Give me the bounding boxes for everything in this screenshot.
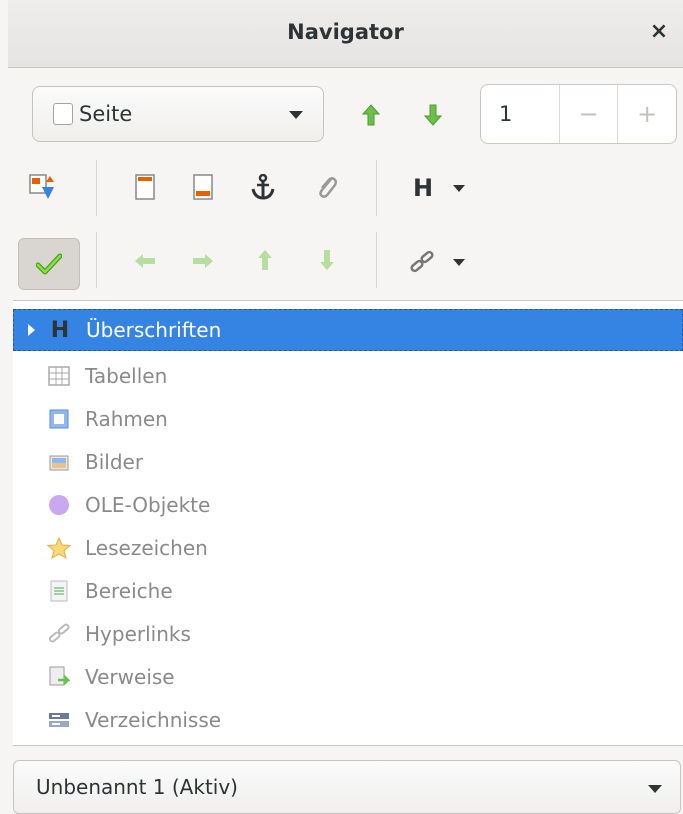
table-icon bbox=[47, 364, 71, 388]
footer-icon bbox=[193, 174, 213, 200]
window-title: Navigator bbox=[287, 20, 404, 44]
tree-item-label: Tabellen bbox=[85, 364, 168, 388]
previous-page-button[interactable] bbox=[356, 100, 386, 130]
chevron-down-icon bbox=[648, 785, 662, 793]
content-tree[interactable]: H Überschriften Tabellen Rahmen Bilder O… bbox=[13, 300, 683, 746]
tree-item-label: OLE-Objekte bbox=[85, 493, 211, 517]
toolbar-separator bbox=[376, 160, 377, 216]
chevron-down-icon bbox=[453, 258, 465, 266]
heading-level-icon: H bbox=[412, 174, 434, 202]
next-page-button[interactable] bbox=[418, 100, 448, 130]
drag-mode-button[interactable] bbox=[400, 246, 474, 278]
content-type-label: Seite bbox=[79, 102, 133, 126]
tree-item-frames[interactable]: Rahmen bbox=[13, 398, 683, 440]
decrement-button[interactable]: − bbox=[558, 85, 618, 143]
move-chapter-up-button[interactable] bbox=[248, 244, 282, 276]
move-chapter-down-button[interactable] bbox=[310, 244, 344, 276]
heading-icon: H bbox=[50, 317, 70, 343]
move-down-icon bbox=[320, 250, 334, 270]
header-icon bbox=[135, 174, 155, 200]
tree-item-images[interactable]: Bilder bbox=[13, 441, 683, 483]
demote-level-button[interactable] bbox=[186, 246, 220, 276]
tree-item-label: Rahmen bbox=[85, 407, 168, 431]
arrow-up-icon bbox=[362, 104, 380, 126]
tree-item-references[interactable]: Verweise bbox=[13, 656, 683, 698]
tree-item-sections[interactable]: Bereiche bbox=[13, 570, 683, 612]
reference-icon bbox=[47, 665, 71, 689]
heading-level-button[interactable]: H bbox=[404, 172, 474, 204]
image-icon bbox=[47, 450, 71, 474]
section-icon bbox=[47, 579, 71, 603]
chevron-down-icon bbox=[289, 111, 303, 119]
promote-level-button[interactable] bbox=[128, 246, 162, 276]
promote-left-icon bbox=[135, 254, 155, 268]
toolbar-separator bbox=[96, 232, 97, 288]
toggle-content-icon bbox=[29, 174, 54, 199]
tree-item-ole-objects[interactable]: OLE-Objekte bbox=[13, 484, 683, 526]
tree-item-indexes[interactable]: Verzeichnisse bbox=[13, 699, 683, 741]
anchor-icon bbox=[251, 174, 275, 200]
content-type-checkbox[interactable] bbox=[53, 103, 73, 125]
tree-item-label: Verweise bbox=[85, 665, 175, 689]
tree-item-label: Hyperlinks bbox=[85, 622, 191, 646]
tree-item-label: Bilder bbox=[85, 450, 144, 474]
tree-item-tables[interactable]: Tabellen bbox=[13, 355, 683, 397]
tree-item-label: Lesezeichen bbox=[85, 536, 208, 560]
page-number-input[interactable]: 1 bbox=[481, 85, 559, 143]
expander-arrow-icon[interactable] bbox=[28, 324, 35, 336]
toolbar-separator bbox=[376, 232, 377, 288]
tree-item-label: Verzeichnisse bbox=[85, 708, 222, 732]
frame-icon bbox=[47, 407, 71, 431]
arrow-down-icon bbox=[424, 104, 442, 126]
link-dropdown-icon bbox=[410, 250, 434, 273]
tree-item-hyperlinks[interactable]: Hyperlinks bbox=[13, 613, 683, 655]
header-button[interactable] bbox=[128, 170, 162, 204]
tree-item-bookmarks[interactable]: Lesezeichen bbox=[13, 527, 683, 569]
document-selector[interactable]: Unbenannt 1 (Aktiv) bbox=[13, 760, 681, 814]
tree-item-label: Bereiche bbox=[85, 579, 173, 603]
anchor-button[interactable] bbox=[246, 170, 280, 204]
document-selector-label: Unbenannt 1 (Aktiv) bbox=[36, 775, 238, 799]
content-navigation-view-button[interactable] bbox=[24, 170, 60, 204]
attachment-button[interactable] bbox=[310, 170, 344, 204]
link-icon bbox=[47, 622, 71, 646]
tree-item-label: Überschriften bbox=[86, 318, 222, 342]
toolbar-separator bbox=[96, 160, 97, 216]
ole-object-icon bbox=[47, 493, 71, 517]
star-icon bbox=[47, 536, 71, 560]
content-type-dropdown[interactable]: Seite bbox=[32, 86, 324, 142]
index-icon bbox=[47, 708, 71, 732]
move-up-icon bbox=[258, 250, 272, 270]
footer-button[interactable] bbox=[186, 170, 220, 204]
demote-right-icon bbox=[193, 254, 213, 268]
page-number-spinner[interactable]: 1 − + bbox=[480, 84, 677, 144]
title-bar: Navigator × bbox=[8, 0, 683, 68]
checkmark-icon bbox=[30, 246, 68, 282]
close-button[interactable]: × bbox=[645, 18, 673, 46]
increment-button[interactable]: + bbox=[617, 85, 676, 143]
chevron-down-icon bbox=[453, 184, 466, 192]
attachment-icon bbox=[319, 177, 338, 198]
tree-item-headings[interactable]: H Überschriften bbox=[13, 309, 683, 351]
